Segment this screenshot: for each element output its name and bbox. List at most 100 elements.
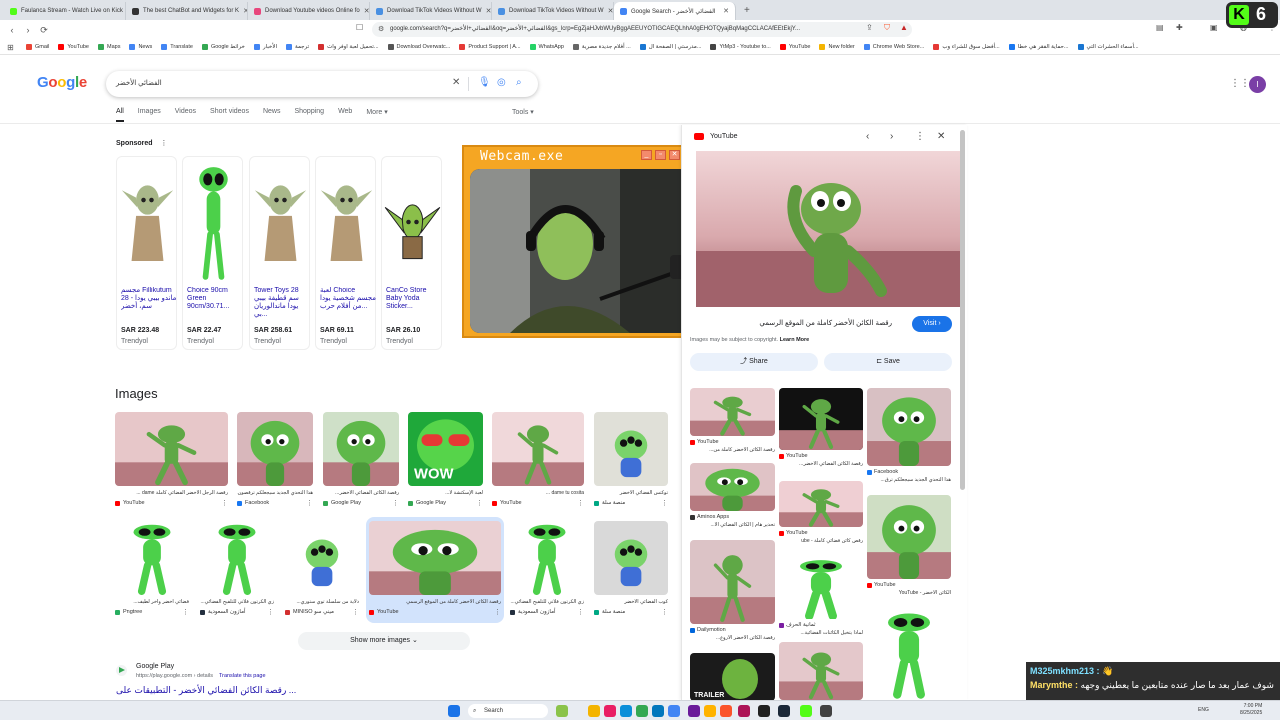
tab-videos[interactable]: Videos bbox=[175, 108, 196, 122]
search-icon[interactable]: ⌕ bbox=[516, 77, 522, 88]
sidebar-toggle-icon[interactable]: ▤ bbox=[1156, 23, 1164, 32]
store-icon[interactable] bbox=[604, 705, 616, 717]
reload-icon[interactable]: ⟳ bbox=[36, 22, 52, 38]
app-icon[interactable] bbox=[668, 705, 680, 717]
tab-more[interactable]: More ▾ bbox=[366, 108, 387, 122]
maximize-icon[interactable]: ▫ bbox=[655, 150, 666, 160]
image-result[interactable]: هذا التحدي الجديد سيجعلكم ترقصون... Faceb… bbox=[237, 412, 313, 512]
bookmark-item[interactable]: تحميل لعبة اوفر وات... bbox=[318, 44, 379, 50]
bookmark-item[interactable]: New folder bbox=[819, 44, 855, 50]
more-options-icon[interactable]: ⋮ bbox=[221, 499, 228, 507]
related-image[interactable]: Facebook هذا التحدي الجديد سيجعلكم ترق... bbox=[867, 388, 951, 488]
tools-button[interactable]: Tools ▾ bbox=[512, 108, 534, 116]
tab-short-videos[interactable]: Short videos bbox=[210, 108, 249, 122]
share-icon[interactable]: ⇪ bbox=[866, 23, 873, 32]
search-input[interactable]: الفضائي الأخضر bbox=[116, 79, 162, 87]
more-options-icon[interactable]: ⋮ bbox=[476, 499, 483, 507]
back-arrow-icon[interactable]: ‹ bbox=[4, 22, 20, 38]
bookmark-item[interactable]: WhatsApp bbox=[529, 44, 564, 50]
language-indicator[interactable]: ENG bbox=[1198, 707, 1209, 713]
image-result[interactable]: WOW لعبة الإسكتشة لا... Google Play ⋮ bbox=[408, 412, 483, 512]
sponsored-product-card[interactable]: لعبة Choice مجسم شخصية يودا من أفلام حرب… bbox=[315, 156, 376, 350]
image-result[interactable]: زي الكرتون فلاتي للتلفيح الفضائي... أمازو… bbox=[200, 521, 274, 621]
bookmark-item[interactable]: Download Overwatc... bbox=[387, 44, 450, 50]
product-title[interactable]: Tower Toys 28 سم قطيفة بيبي يودا ماندالو… bbox=[254, 287, 310, 325]
close-tab-icon[interactable]: ✕ bbox=[608, 7, 613, 15]
related-image[interactable]: YouTube رقصة الكائن الفضائي الأخضر... bbox=[779, 388, 863, 472]
more-options-icon[interactable]: ⋮ bbox=[306, 499, 313, 507]
bookmark-item[interactable]: YouTube bbox=[58, 44, 89, 50]
preview-image[interactable] bbox=[696, 151, 960, 307]
related-image[interactable] bbox=[867, 609, 951, 699]
related-image[interactable]: ثمانية الحرف لماذا يتخيل الكائنات الفضائي… bbox=[779, 557, 863, 641]
account-avatar[interactable]: I bbox=[1249, 76, 1266, 93]
bookmark-item[interactable]: YtMp3 - Youtube to... bbox=[710, 44, 771, 50]
tab-web[interactable]: Web bbox=[338, 108, 352, 122]
more-options-icon[interactable]: ⋮ bbox=[182, 608, 189, 616]
translate-link[interactable]: Translate this page bbox=[219, 673, 266, 679]
image-result[interactable]: دلاية من سلسلة توي ستوري... MINISO ميني س… bbox=[285, 521, 359, 621]
app-icon[interactable] bbox=[688, 705, 700, 717]
rewards-icon[interactable]: ▲ bbox=[900, 23, 908, 32]
close-tab-icon[interactable]: ✕ bbox=[723, 7, 729, 15]
app-icon[interactable] bbox=[704, 705, 716, 717]
search-box[interactable]: الفضائي الأخضر ✕ 🎙 ◎ ⌕ bbox=[106, 71, 538, 97]
edge-icon[interactable] bbox=[620, 705, 632, 717]
bookmark-item[interactable]: Chrome Web Store... bbox=[863, 44, 924, 50]
extensions-icon[interactable]: ✚ bbox=[1176, 23, 1183, 32]
microphone-icon[interactable]: 🎙 bbox=[478, 77, 491, 88]
chrome-icon[interactable] bbox=[636, 705, 648, 717]
more-options-icon[interactable]: ⋮ bbox=[661, 499, 668, 507]
bookmark-item[interactable]: مدرستي | الصفحة ال... bbox=[639, 44, 701, 50]
more-options-icon[interactable]: ⋮ bbox=[915, 131, 925, 142]
related-image[interactable]: YouTube رقصة الكائن الأخضر كاملة من... bbox=[690, 388, 775, 458]
address-bar[interactable]: ⚙ google.com/search?q=الفضائي+الأخضر&oq=… bbox=[372, 22, 912, 37]
app-icon[interactable] bbox=[820, 705, 832, 717]
bookmark-item[interactable]: أفلام جديدة مصرية ... bbox=[572, 44, 631, 50]
file-explorer-icon[interactable] bbox=[588, 705, 600, 717]
panel-source[interactable]: YouTube bbox=[694, 133, 738, 140]
bookmark-item[interactable]: Translate bbox=[161, 44, 193, 50]
more-options-icon[interactable]: ⋮ bbox=[577, 499, 584, 507]
minimize-icon[interactable]: _ bbox=[641, 150, 652, 160]
next-icon[interactable]: › bbox=[890, 131, 893, 142]
more-options-icon[interactable]: ⋮ bbox=[267, 608, 274, 616]
app-icon[interactable] bbox=[738, 705, 750, 717]
kick-icon[interactable] bbox=[800, 705, 812, 717]
bookmark-item[interactable]: Product Support | A... bbox=[459, 44, 521, 50]
google-logo[interactable]: Google bbox=[37, 74, 87, 91]
more-options-icon[interactable]: ⋮ bbox=[661, 608, 668, 616]
browser-tab[interactable]: Download TikTok Videos Without W ✕ bbox=[370, 2, 492, 20]
show-more-images-button[interactable]: Show more images ⌄ bbox=[298, 632, 470, 650]
app-icon[interactable] bbox=[652, 705, 664, 717]
bookmark-item[interactable]: أسماء الحشرات التي... bbox=[1077, 44, 1139, 50]
image-result[interactable]: زي الكرتون فلاتي للتلفيح الفضائي... أمازو… bbox=[510, 521, 584, 621]
related-image[interactable]: Dailymotion رقصة الكائن الأخضر الأروع... bbox=[690, 540, 775, 646]
save-button[interactable]: ⊏ Save bbox=[824, 353, 952, 371]
product-title[interactable]: CanCo Store Baby Yoda Sticker... bbox=[386, 287, 442, 325]
more-options-icon[interactable]: ⋮ bbox=[161, 140, 168, 147]
related-image[interactable]: Aminos Apps تحذير هام | الكائن الفضائي ال… bbox=[690, 463, 775, 533]
bookmark-item[interactable]: حماية الفقر هي خطا... bbox=[1008, 44, 1069, 50]
bookmark-item[interactable]: أفضل سوق للشراء وب... bbox=[933, 44, 1000, 50]
bookmark-item[interactable]: ترجمة bbox=[286, 44, 309, 50]
taskbar-search[interactable]: ⌕ Search bbox=[468, 704, 548, 718]
image-result[interactable]: فضائي أخضر وآخر لطيف... Pngtree ⋮ bbox=[115, 521, 189, 621]
close-icon[interactable]: ✕ bbox=[669, 150, 680, 160]
learn-more-link[interactable]: Learn More bbox=[780, 337, 810, 343]
image-result[interactable]: dame tu cosita ... YouTube ⋮ bbox=[492, 412, 584, 512]
bookmark-item[interactable]: Maps bbox=[98, 44, 120, 50]
browser-tab[interactable]: Download Youtube videos Online fo ✕ bbox=[248, 2, 370, 20]
previous-icon[interactable]: ‹ bbox=[866, 131, 869, 142]
related-image[interactable]: YouTube رقص كائن فضائي كاملة - ube bbox=[779, 481, 863, 549]
more-options-icon[interactable]: ⋮ bbox=[494, 608, 501, 616]
product-title[interactable]: لعبة Choice مجسم شخصية يودا من أفلام حرب… bbox=[320, 287, 376, 325]
tab-images[interactable]: Images bbox=[138, 108, 161, 122]
more-options-icon[interactable]: ⋮ bbox=[352, 608, 359, 616]
close-tab-icon[interactable]: ✕ bbox=[364, 7, 369, 15]
wallet-icon[interactable]: ▣ bbox=[1210, 23, 1218, 32]
bookmark-item[interactable]: الأخبار bbox=[253, 44, 277, 50]
forward-arrow-icon[interactable]: › bbox=[20, 22, 36, 38]
brave-icon[interactable] bbox=[720, 705, 732, 717]
windows-start-icon[interactable] bbox=[448, 705, 460, 717]
